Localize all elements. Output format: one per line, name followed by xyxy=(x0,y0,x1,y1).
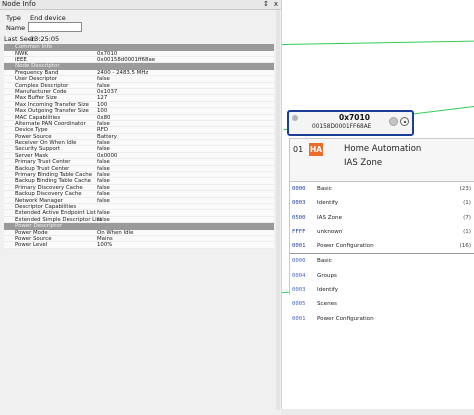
attribute-row: Power Level 100% xyxy=(4,242,274,249)
endpoint-header: 01 HA Home Automation IAS Zone xyxy=(290,139,474,182)
client-cluster-row[interactable]: 0000 Basic xyxy=(290,253,474,268)
cluster-name: Basic xyxy=(317,258,332,265)
attribute-row: IEEE 0x00158d0001ff68ae xyxy=(4,56,274,64)
cluster-id: FFFF xyxy=(292,228,306,235)
attribute-name: IEEE xyxy=(15,56,27,63)
cluster-attribute-count: (23) xyxy=(459,186,471,192)
cluster-id: 0000 xyxy=(292,258,306,265)
float-panel-button[interactable]: ↕ xyxy=(263,0,269,9)
node-toggle-button[interactable] xyxy=(389,117,398,126)
link-line xyxy=(281,40,474,45)
cluster-name: Groups xyxy=(317,272,337,279)
cluster-name: unknown xyxy=(317,228,343,235)
node-status-icon xyxy=(292,115,298,121)
client-cluster-row[interactable]: 0003 Identify xyxy=(290,283,474,297)
attribute-name: Power Level xyxy=(15,242,48,249)
cluster-id: 0003 xyxy=(292,287,306,294)
cluster-name: Identify xyxy=(317,200,339,207)
attribute-value: 0x00158d0001ff68ae xyxy=(97,56,156,63)
attribute-value: false xyxy=(97,216,110,223)
profile-badge: HA xyxy=(309,143,323,156)
cluster-id: 0005 xyxy=(292,301,306,308)
endpoint-panel: 01 HA Home Automation IAS Zone 0000 Basic… xyxy=(289,138,474,322)
attributes-table: Common Info NWK 0x7010 IEEE 0x00158d0001ff68… xyxy=(4,44,274,249)
device-name: IAS Zone xyxy=(344,158,383,168)
cluster-attribute-count: (7) xyxy=(463,214,471,221)
cluster-name: Scenes xyxy=(317,301,337,308)
client-cluster-row[interactable]: 0001 Power Configuration xyxy=(290,312,474,326)
node-nwk-address: 0x7010 xyxy=(339,113,370,122)
cluster-id: 0001 xyxy=(292,315,306,322)
cluster-attribute-count: (1) xyxy=(463,228,471,235)
cluster-id: 0001 xyxy=(292,243,306,250)
close-panel-button[interactable]: x xyxy=(274,0,278,9)
profile-name: Home Automation xyxy=(344,144,422,154)
cluster-list: 0000 Basic (23) 0003 Identify (1) 0500 IAS Zone… xyxy=(290,182,474,326)
type-label: Type xyxy=(6,14,21,22)
cluster-id: 0500 xyxy=(292,214,306,221)
name-field[interactable] xyxy=(28,22,82,32)
cluster-id: 0003 xyxy=(292,200,306,207)
panel-title: Node Info xyxy=(2,0,36,8)
cluster-attribute-count: (16) xyxy=(459,243,471,250)
node-info-panel: Node Info ↕ x Type End device Name Last … xyxy=(0,0,282,415)
server-cluster-row[interactable]: 0500 IAS Zone (7) xyxy=(290,211,474,225)
client-cluster-row[interactable]: 0004 Groups xyxy=(290,269,474,283)
attribute-name: Extended Simple Descriptor List xyxy=(15,216,102,223)
cluster-name: Power Configuration xyxy=(317,243,374,250)
cluster-attribute-count: (1) xyxy=(463,200,471,207)
cluster-name: Identify xyxy=(317,287,339,294)
server-cluster-row[interactable]: 0000 Basic (23) xyxy=(290,182,474,196)
cluster-name: Basic xyxy=(317,186,332,192)
endpoint-number: 01 xyxy=(293,145,304,154)
client-cluster-row[interactable]: 0005 Scenes xyxy=(290,297,474,311)
type-value: End device xyxy=(30,14,66,22)
node-ieee-address: 00158D0001FF68AE xyxy=(312,124,372,130)
server-cluster-row[interactable]: 0003 Identify (1) xyxy=(290,196,474,210)
cluster-name: IAS Zone xyxy=(317,214,343,221)
server-cluster-row[interactable]: FFFF unknown (1) xyxy=(290,225,474,239)
vertical-scrollbar[interactable] xyxy=(276,10,280,410)
cluster-id: 0000 xyxy=(292,186,306,192)
panel-titlebar: Node Info ↕ x xyxy=(0,0,281,10)
cluster-name: Power Configuration xyxy=(317,315,374,322)
node-endpoint-button[interactable] xyxy=(400,117,409,126)
cluster-id: 0004 xyxy=(292,272,306,279)
attribute-row: Extended Simple Descriptor List false xyxy=(4,216,274,224)
last-seen-value: 13:25:05 xyxy=(30,35,60,43)
attribute-value: 100% xyxy=(97,242,113,249)
horizontal-scrollbar[interactable] xyxy=(281,409,474,415)
server-cluster-row[interactable]: 0001 Power Configuration (16) xyxy=(290,239,474,253)
name-label: Name xyxy=(6,24,26,32)
node-card[interactable]: 0x7010 00158D0001FF68AE xyxy=(287,110,414,136)
